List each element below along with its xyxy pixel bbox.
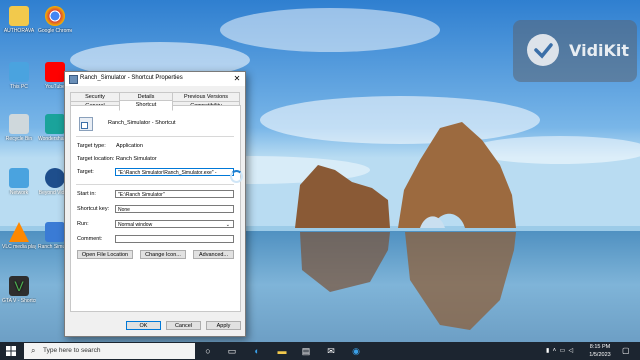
run-select-value: Normal window xyxy=(118,222,153,228)
desktop-icon-gta[interactable]: V GTA V - Shortcut xyxy=(2,276,36,304)
comment-field[interactable] xyxy=(115,235,234,243)
shortcut-arrow-icon xyxy=(81,122,88,129)
shortcut-tab-panel: Ranch_Simulator - Shortcut Target type: … xyxy=(70,105,241,312)
vlc-cone-icon xyxy=(9,222,29,242)
tab-shortcut[interactable]: Shortcut xyxy=(119,100,173,111)
target-type-label: Target type: xyxy=(77,143,106,149)
desktop-icon-recycle-bin[interactable]: Recycle Bin xyxy=(2,114,36,142)
advanced-button[interactable]: Advanced... xyxy=(193,250,234,259)
run-select[interactable]: Normal window ⌄ xyxy=(115,220,234,228)
vidikit-taskbar-icon[interactable]: ◉ xyxy=(350,345,362,357)
cancel-button[interactable]: Cancel xyxy=(166,321,201,330)
desktop-icon-chrome[interactable]: Google Chrome xyxy=(38,6,72,34)
taskbar: ⌕ Type here to search ○ ▭ ◐ ▬ ▤ ✉ ◉ ▮ ˄ … xyxy=(0,342,640,360)
target-type-value: Application xyxy=(116,143,143,149)
search-placeholder: Type here to search xyxy=(43,347,101,354)
ranch-simulator-icon xyxy=(45,222,65,242)
target-location-label: Target location: xyxy=(77,156,115,162)
search-icon: ⌕ xyxy=(31,346,36,355)
watermark-text: VidiKit xyxy=(569,41,630,60)
divider xyxy=(76,184,234,185)
file-explorer-icon[interactable]: ▬ xyxy=(276,345,288,357)
start-in-label: Start in: xyxy=(77,191,96,197)
network-tray-icon[interactable]: ▭ xyxy=(560,348,566,354)
store-icon[interactable]: ▤ xyxy=(300,345,312,357)
shortcut-file-icon xyxy=(69,75,78,84)
vidikit-watermark: VidiKit xyxy=(513,20,637,82)
desktop-icon-this-pc[interactable]: This PC xyxy=(2,62,36,90)
busy-cursor-icon xyxy=(230,170,243,183)
clock-time: 8:15 PM xyxy=(589,344,611,350)
shortcut-name: Ranch_Simulator - Shortcut xyxy=(108,120,176,126)
filmora-icon xyxy=(45,114,65,134)
divider xyxy=(76,136,234,137)
shortcut-key-field[interactable]: None xyxy=(115,205,234,213)
youtube-icon xyxy=(45,62,65,82)
system-tray[interactable]: ▮ ˄ ▭ ◁ xyxy=(546,347,573,354)
change-icon-button[interactable]: Change Icon... xyxy=(140,250,186,259)
open-file-location-button[interactable]: Open File Location xyxy=(77,250,133,259)
task-view-icon[interactable]: ▭ xyxy=(226,345,238,357)
windows-start-icon[interactable] xyxy=(6,346,16,356)
desktop-icon-vlc[interactable]: VLC media player xyxy=(2,222,36,250)
volume-icon[interactable]: ◁ xyxy=(569,348,574,354)
clock-date: 1/5/2023 xyxy=(589,352,611,358)
start-in-field[interactable]: "E:\Ranch Simulator" xyxy=(115,190,234,198)
microphone-icon[interactable]: ▮ xyxy=(546,348,549,354)
user-folder-icon xyxy=(9,6,29,26)
notification-icon[interactable]: ▢ xyxy=(622,346,630,355)
mail-icon[interactable]: ✉ xyxy=(325,345,337,357)
taskbar-search-box[interactable]: ⌕ Type here to search xyxy=(24,343,195,359)
target-location-value: Ranch Simulator xyxy=(116,156,157,162)
checkmark-icon xyxy=(527,34,559,66)
desktop-icon-network[interactable]: Network xyxy=(2,168,36,196)
cortana-icon[interactable]: ○ xyxy=(202,345,214,357)
shortcut-properties-dialog: Ranch_Simulator - Shortcut Properties ✕ … xyxy=(64,71,246,337)
vidikit-icon xyxy=(45,168,65,188)
shortcut-key-label: Shortcut key: xyxy=(77,206,110,212)
comment-label: Comment: xyxy=(77,236,103,242)
run-label: Run: xyxy=(77,221,89,227)
dialog-title: Ranch_Simulator - Shortcut Properties xyxy=(80,75,183,81)
apply-button[interactable]: Apply xyxy=(206,321,241,330)
recycle-bin-icon xyxy=(9,114,29,134)
chevron-down-icon: ⌄ xyxy=(225,222,230,228)
shortcut-app-icon xyxy=(79,117,93,131)
network-icon xyxy=(9,168,29,188)
computer-icon xyxy=(9,62,29,82)
gta-icon: V xyxy=(9,276,29,296)
target-field[interactable]: "E:\Ranch Simulator\Ranch_Simulator.exe"… xyxy=(115,168,234,176)
close-button[interactable]: ✕ xyxy=(229,72,245,86)
desktop-icon-authorava[interactable]: AUTHORAVA xyxy=(2,6,36,34)
taskbar-clock[interactable]: 8:15 PM 1/5/2023 xyxy=(585,343,615,359)
edge-icon[interactable]: ◐ xyxy=(251,345,263,357)
ok-button[interactable]: OK xyxy=(126,321,161,330)
chevron-up-icon[interactable]: ˄ xyxy=(553,348,557,354)
chrome-icon xyxy=(45,6,65,26)
dialog-titlebar[interactable]: Ranch_Simulator - Shortcut Properties ✕ xyxy=(65,72,245,86)
target-label: Target: xyxy=(77,169,94,175)
